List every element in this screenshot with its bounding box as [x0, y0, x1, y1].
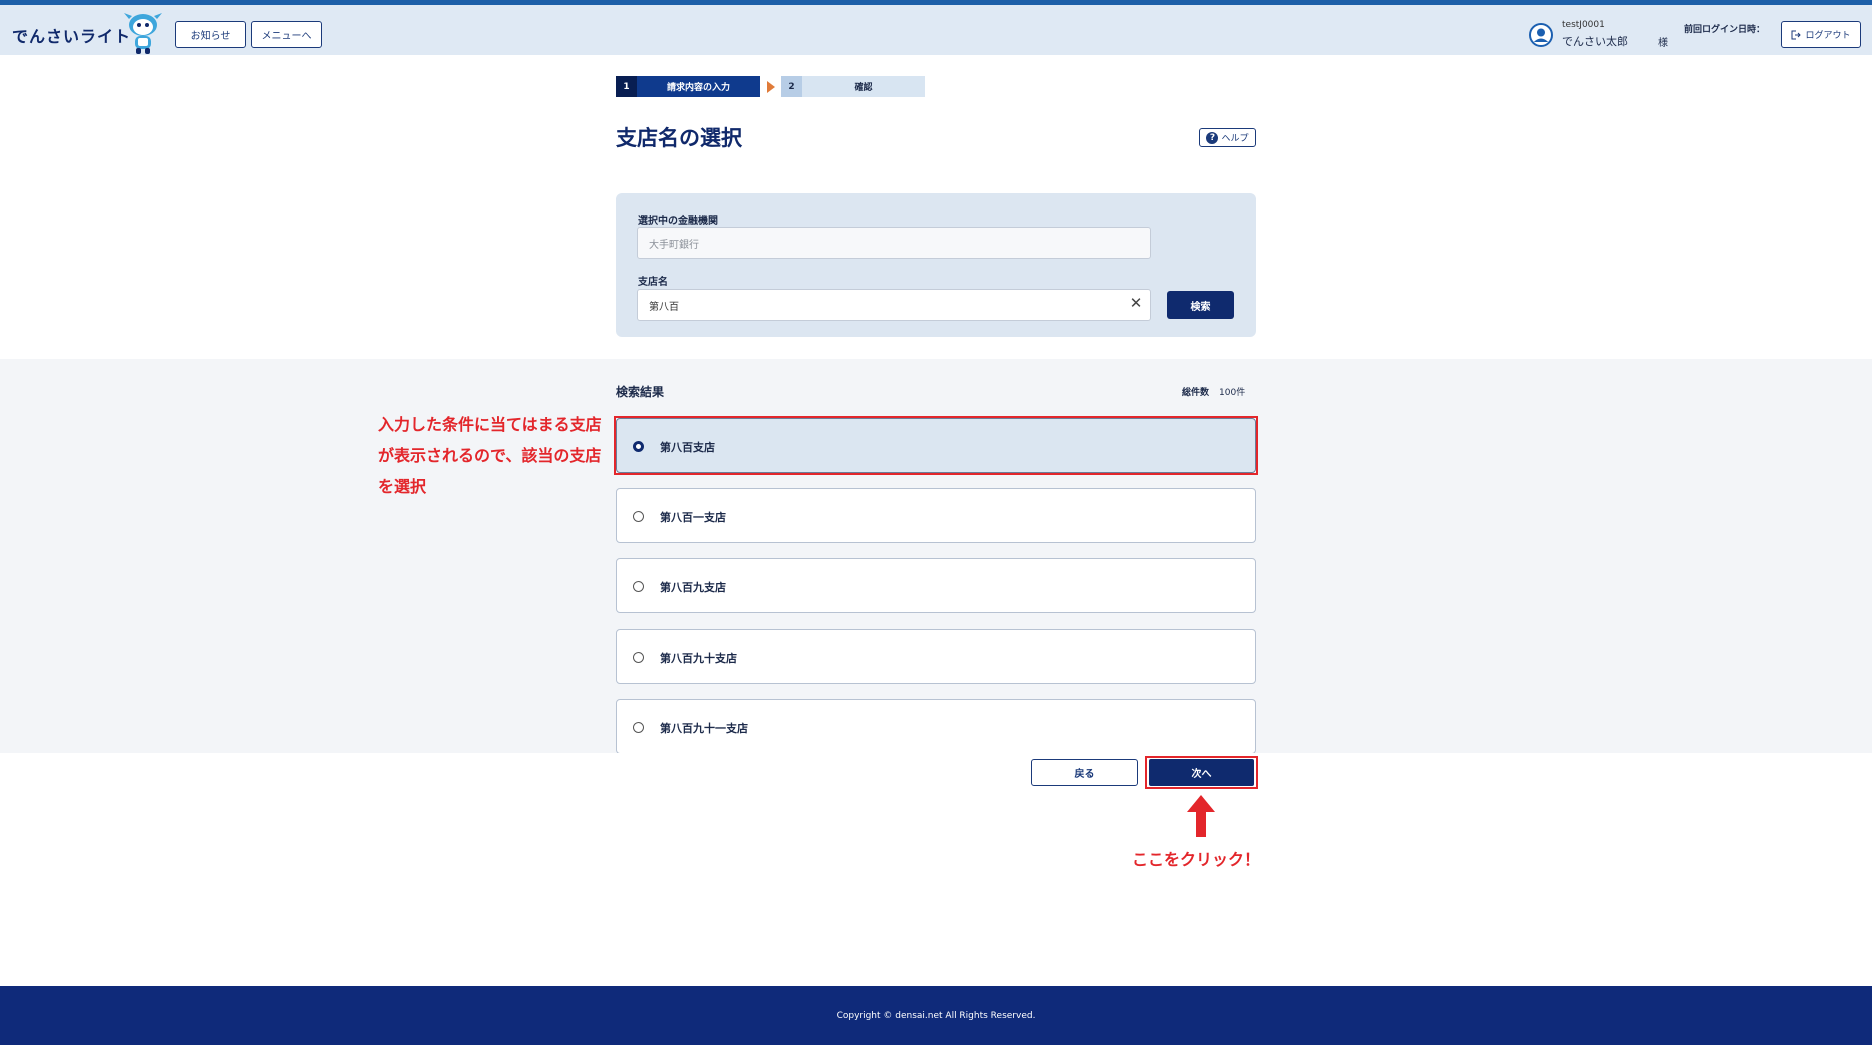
step-arrow-icon — [767, 81, 775, 93]
radio-icon[interactable] — [633, 581, 644, 592]
help-question-icon: ? — [1206, 131, 1219, 144]
help-button[interactable]: ? ヘルプ — [1199, 128, 1256, 147]
user-avatar-icon — [1529, 23, 1553, 47]
step-2-inactive: 2 確認 — [781, 76, 925, 97]
mascot-logo-icon — [124, 13, 162, 54]
app-header: でんさいライト お知らせ メニューへ testJ0001 でんさい太郎 様 前回… — [0, 5, 1872, 55]
branch-option[interactable]: 第八百九十支店 — [616, 629, 1256, 684]
copyright-text: Copyright © densai.net All Rights Reserv… — [836, 1010, 1036, 1021]
user-name: でんさい太郎 — [1562, 35, 1628, 48]
radio-icon[interactable] — [633, 652, 644, 663]
select-annotation: 入力した条件に当てはまる支店が表示されるので、該当の支店を選択 — [378, 415, 602, 496]
step-2-number: 2 — [781, 76, 802, 97]
last-login-label: 前回ログイン日時： — [1684, 25, 1766, 35]
arrow-up-icon — [1187, 795, 1215, 837]
branch-option-label: 第八百九支店 — [660, 581, 726, 594]
total-label: 総件数 — [1182, 388, 1210, 398]
total-value: 100件 — [1219, 388, 1246, 398]
menu-button[interactable]: メニューへ — [251, 21, 322, 48]
user-id: testJ0001 — [1562, 20, 1605, 30]
help-label: ヘルプ — [1221, 134, 1249, 144]
bank-field-label: 選択中の金融機関 — [638, 216, 718, 227]
highlight-next-button — [1145, 756, 1258, 789]
branch-option[interactable]: 第八百九十一支店 — [616, 699, 1256, 753]
branch-option-label: 第八百一支店 — [660, 511, 726, 524]
logout-button[interactable]: ログアウト — [1781, 21, 1861, 48]
radio-icon[interactable] — [633, 511, 644, 522]
branch-option-label: 第八百九十支店 — [660, 652, 737, 665]
branch-field-label: 支店名 — [638, 277, 668, 288]
results-title: 検索結果 — [616, 385, 665, 399]
click-annotation: ここをクリック！ — [1132, 850, 1261, 869]
user-honorific: 様 — [1658, 38, 1668, 49]
step-1-number: 1 — [616, 76, 637, 97]
page-title: 支店名の選択 — [616, 126, 742, 150]
step-2-label: 確認 — [854, 83, 873, 93]
branch-option-label: 第八百九十一支店 — [660, 722, 748, 735]
back-button[interactable]: 戻る — [1031, 759, 1138, 786]
clear-input-icon[interactable]: ✕ — [1128, 294, 1144, 312]
branch-option[interactable]: 第八百一支店 — [616, 488, 1256, 543]
bank-field: 大手町銀行 — [637, 227, 1151, 259]
footer: Copyright © densai.net All Rights Reserv… — [0, 986, 1872, 1045]
radio-icon[interactable] — [633, 722, 644, 733]
step-1-active: 1 請求内容の入力 — [616, 76, 760, 97]
logout-label: ログアウト — [1805, 31, 1851, 41]
results-total: 総件数 100件 — [1182, 385, 1245, 398]
highlight-selected-option — [614, 416, 1258, 475]
app-logo-text[interactable]: でんさいライト — [12, 23, 131, 47]
search-button[interactable]: 検索 — [1167, 291, 1234, 319]
logout-icon — [1791, 30, 1802, 39]
news-button[interactable]: お知らせ — [175, 21, 246, 48]
branch-search-input[interactable]: 第八百 — [637, 289, 1151, 321]
branch-option[interactable]: 第八百九支店 — [616, 558, 1256, 613]
step-1-label: 請求内容の入力 — [666, 83, 730, 93]
